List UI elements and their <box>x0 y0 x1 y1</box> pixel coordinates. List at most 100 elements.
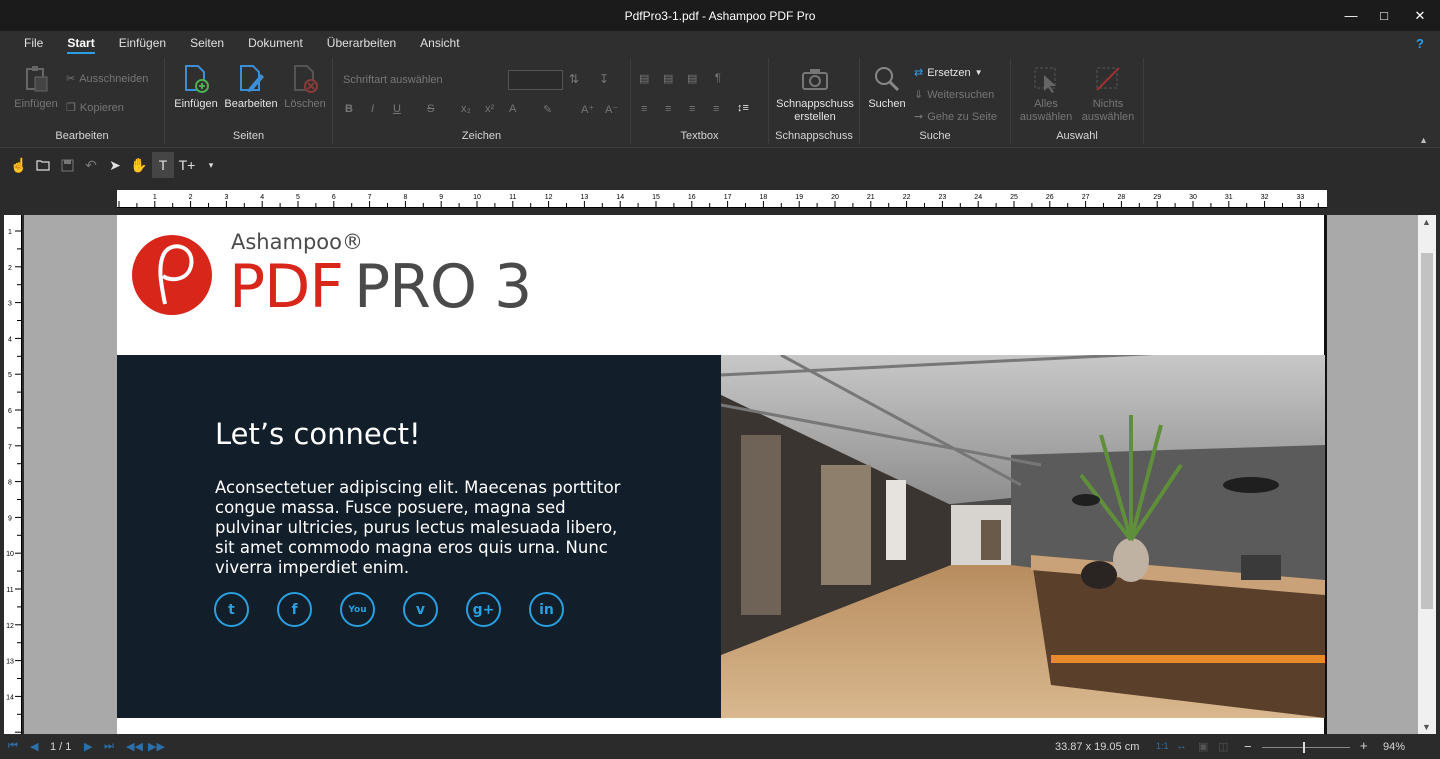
font-family-select[interactable]: Schriftart auswählen <box>343 74 443 86</box>
group-label-schnappschuss: Schnappschuss <box>775 130 853 142</box>
ruler-label: 14 <box>6 694 14 701</box>
vertical-ruler: 1 2 3 4 5 6 7 8 9 10 11 12 13 14 <box>4 215 22 734</box>
page-headline: Let’s connect! <box>215 417 421 451</box>
google-plus-icon[interactable]: g+ <box>466 592 501 627</box>
goto-page-button[interactable]: ➞ Gehe zu Seite <box>914 110 997 124</box>
twitter-icon[interactable]: t <box>214 592 249 627</box>
ashampoo-logo-icon <box>132 235 212 315</box>
hand-pointer-icon[interactable]: ☝ <box>8 152 30 178</box>
ruler-label: 23 <box>939 194 947 201</box>
next-page-icon[interactable]: ▶ <box>84 740 92 753</box>
previous-page-icon[interactable]: ◀ <box>30 740 38 753</box>
zoom-in-icon[interactable]: + <box>1360 738 1368 753</box>
maximize-button[interactable]: □ <box>1365 0 1403 31</box>
menu-file[interactable]: File <box>12 31 55 56</box>
replace-button[interactable]: ⇄ Ersetzen ▼ <box>914 66 983 80</box>
zoom-level: 94% <box>1383 741 1406 753</box>
menu-ueberarbeiten[interactable]: Überarbeiten <box>315 31 408 56</box>
menu-start[interactable]: Start <box>55 31 106 56</box>
snapshot-button[interactable]: Schnappschuss erstellen <box>773 64 857 124</box>
insert-page-button[interactable]: Einfügen <box>171 64 221 111</box>
ruler-label: 5 <box>296 194 300 201</box>
zoom-slider-thumb[interactable] <box>1303 742 1305 753</box>
subscript-icon[interactable]: x₂ <box>461 103 471 115</box>
justify-icon[interactable]: ≡ <box>713 103 719 115</box>
linkedin-icon[interactable]: in <box>529 592 564 627</box>
ruler-label: 22 <box>903 194 911 201</box>
back-icon[interactable]: ◀◀ <box>126 740 143 753</box>
ruler-label: 6 <box>332 194 336 201</box>
close-button[interactable]: ✕ <box>1401 0 1439 31</box>
scroll-up-icon[interactable]: ▲ <box>1422 217 1431 227</box>
customize-toolbar-icon[interactable]: ▾ <box>200 152 222 178</box>
first-page-icon[interactable]: ⏮ <box>8 740 18 753</box>
select-arrow-icon[interactable]: ➤ <box>104 152 126 178</box>
underline-icon[interactable]: U <box>393 103 401 115</box>
vimeo-icon[interactable]: v <box>403 592 438 627</box>
menu-seiten[interactable]: Seiten <box>178 31 236 56</box>
save-icon[interactable] <box>56 152 78 178</box>
two-pages-icon[interactable]: ◫ <box>1218 740 1228 753</box>
highlight-icon[interactable]: ✎ <box>543 103 552 116</box>
office-photo <box>721 355 1325 718</box>
align-center-icon[interactable]: ≡ <box>665 103 671 115</box>
youtube-icon[interactable]: You <box>340 592 375 627</box>
fit-page-icon[interactable]: ▣ <box>1198 740 1208 753</box>
pdf-page[interactable]: Ashampoo® PDF PRO 3 Let’s connect! Acons… <box>117 215 1327 734</box>
ruler-label: 18 <box>760 194 768 201</box>
fit-width-icon[interactable]: ↔ <box>1176 740 1187 752</box>
menu-ansicht[interactable]: Ansicht <box>408 31 471 56</box>
paragraph-icon[interactable]: ¶ <box>715 72 721 84</box>
font-size-select[interactable] <box>508 70 563 90</box>
help-icon[interactable]: ? <box>1416 31 1424 56</box>
grow-font-icon[interactable]: A⁺ <box>581 103 594 116</box>
bold-icon[interactable]: B <box>345 103 353 115</box>
group-suche: Suchen ⇄ Ersetzen ▼ ⇓ Weitersuchen ➞ Geh… <box>860 58 1011 144</box>
ruler-label: 26 <box>1046 194 1054 201</box>
strikethrough-icon[interactable]: S <box>427 103 434 115</box>
search-button[interactable]: Suchen <box>864 64 910 111</box>
ruler-label: 2 <box>189 194 193 201</box>
add-text-icon[interactable]: T+ <box>176 152 198 178</box>
delete-page-button[interactable]: Löschen <box>281 64 329 111</box>
last-page-icon[interactable]: ⏭ <box>104 740 114 753</box>
cut-button[interactable]: ✂ Ausschneiden <box>66 72 148 86</box>
vertical-scrollbar[interactable]: ▲ ▼ <box>1418 215 1436 734</box>
scroll-down-icon[interactable]: ▼ <box>1422 722 1431 732</box>
actual-size-icon[interactable]: 1:1 <box>1156 741 1169 751</box>
collapse-ribbon-icon[interactable]: ▲ <box>1419 135 1428 145</box>
superscript-icon[interactable]: x² <box>485 103 494 115</box>
page-dimensions: 33.87 x 19.05 cm <box>1055 741 1140 753</box>
menu-einfuegen[interactable]: Einfügen <box>107 31 178 56</box>
copy-button[interactable]: ❐ Kopieren <box>66 101 124 115</box>
hand-tool-icon[interactable]: ✋ <box>128 152 150 178</box>
select-all-button[interactable]: Alles auswählen <box>1017 64 1075 124</box>
text-tool-icon[interactable]: T <box>152 152 174 178</box>
textbox-top-icon[interactable]: ▤ <box>639 72 649 85</box>
zoom-out-icon[interactable]: − <box>1244 739 1252 754</box>
italic-icon[interactable]: I <box>371 103 374 115</box>
align-left-icon[interactable]: ≡ <box>641 103 647 115</box>
scrollbar-thumb[interactable] <box>1421 253 1433 609</box>
page-indicator[interactable]: 1 / 1 <box>50 741 71 753</box>
shrink-font-icon[interactable]: A⁻ <box>605 103 618 116</box>
line-height-icon[interactable]: ↕≡ <box>737 102 749 114</box>
textbox-middle-icon[interactable]: ▤ <box>663 72 673 85</box>
find-next-button[interactable]: ⇓ Weitersuchen <box>914 88 994 102</box>
align-right-icon[interactable]: ≡ <box>689 103 695 115</box>
chevron-down-icon: ▼ <box>974 68 983 77</box>
ruler-label: 14 <box>616 194 624 201</box>
zoom-slider[interactable] <box>1262 742 1350 753</box>
paste-button[interactable]: Einfügen <box>10 64 62 111</box>
line-spacing-icon[interactable]: ⇅ <box>569 72 579 86</box>
open-folder-icon[interactable] <box>32 152 54 178</box>
facebook-icon[interactable]: f <box>277 592 312 627</box>
undo-icon[interactable]: ↶ <box>80 152 102 178</box>
select-none-button[interactable]: Nichts auswählen <box>1077 64 1139 124</box>
textbox-bottom-icon[interactable]: ▤ <box>687 72 697 85</box>
edit-page-button[interactable]: Bearbeiten <box>223 64 279 111</box>
font-color-icon[interactable]: A <box>509 103 516 115</box>
text-align-icon[interactable]: ↧ <box>599 72 609 86</box>
menu-dokument[interactable]: Dokument <box>236 31 315 56</box>
forward-icon[interactable]: ▶▶ <box>148 740 165 753</box>
